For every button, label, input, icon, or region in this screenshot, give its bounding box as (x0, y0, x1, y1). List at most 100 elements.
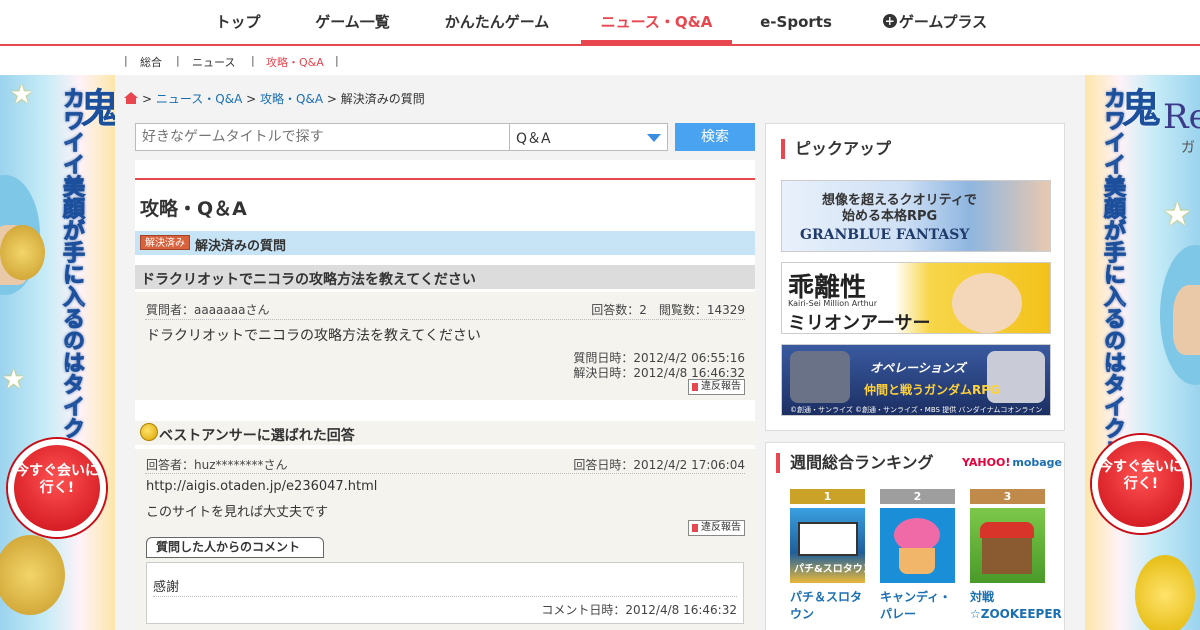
subnav-separator: | (176, 54, 180, 67)
breadcrumb-sep: > (142, 92, 153, 106)
breadcrumb-current: 解決済みの質問 (340, 92, 425, 106)
sub-navigation: | 総合 | ニュース | 攻略・Q&A | (0, 46, 1200, 75)
ad-brand-sub: ガ (1181, 140, 1195, 156)
question-box: 質問者：aaaaaaaさん 回答数：2 閲覧数：14329 ドラクリオットでニコ… (135, 292, 755, 400)
banner-logo: GRANBLUE FANTASY (800, 227, 970, 243)
comment-date: コメント日時：2012/4/8 16:46:32 (541, 603, 737, 617)
solved-section-header: 解決済み 解決済みの質問 (135, 231, 755, 255)
ranking-game-name[interactable]: 対戦☆ZOOKEEPER (970, 589, 1062, 623)
solved-badge: 解決済み (140, 235, 190, 250)
report-label: 違反報告 (701, 522, 741, 533)
ranking-game-image[interactable] (880, 508, 955, 583)
ranking-item[interactable]: 2 キャンディ・パレー (880, 489, 955, 623)
banner-character (952, 273, 1022, 333)
pickup-banner-gundam[interactable]: オペレーションズ 仲間と戦うガンダムRPG ©創通・サンライズ ©創通・サンライ… (781, 344, 1051, 416)
ranking-panel: 週間総合ランキング YAHOO! mobage 1 パチ&スロタウン パチ＆スロタ… (765, 442, 1065, 630)
divider (145, 319, 745, 320)
ranking-game-name[interactable]: パチ＆スロタウン (790, 589, 865, 623)
answer-date: 回答日時：2012/4/2 17:06:04 (573, 458, 745, 472)
breadcrumb: > ニュース・Q&A > 攻略・Q&A > 解決済みの質問 (124, 90, 425, 107)
ad-cta-button[interactable]: 今すぐ会いに行く! (1092, 435, 1190, 533)
breadcrumb-link-qa[interactable]: 攻略・Q&A (260, 92, 323, 106)
nav-item-news-qa[interactable]: ニュース・Q&A (581, 0, 732, 44)
report-icon (692, 383, 698, 391)
cupcake-top (894, 518, 940, 552)
pickup-banner-million-arthur[interactable]: 乖離性 Kairi-Sei Million Arthur ミリオンアーサー (781, 262, 1051, 334)
divider (145, 473, 745, 474)
banner-robot (790, 351, 850, 403)
section-divider (135, 178, 755, 180)
ad-pompom (0, 535, 65, 615)
ad-pompom (0, 225, 45, 280)
medal-icon (140, 423, 158, 441)
ad-cta-button[interactable]: 今すぐ会いに行く! (8, 439, 106, 537)
question-body: ドラクリオットでニコラの攻略方法を教えてください (146, 328, 481, 344)
report-label: 違反報告 (701, 381, 741, 392)
banner-copyright: ©創通・サンライズ ©創通・サンライズ・MBS 提供 バンダイナムコオンライン (790, 406, 1043, 414)
ranking-game-name[interactable]: キャンディ・パレー (880, 589, 955, 623)
question-asker: 質問者：aaaaaaaさん (146, 303, 270, 317)
pickup-title: ピックアップ (781, 139, 891, 159)
subnav-separator: | (335, 54, 339, 67)
nav-item-game-plus[interactable]: + ゲームプラス (870, 0, 1000, 44)
pickup-panel: ピックアップ 想像を超えるクオリティで 始める本格RPG GRANBLUE FA… (765, 123, 1065, 431)
nav-item-easy-games[interactable]: かんたんゲーム (432, 0, 562, 44)
ranking-game-image[interactable] (970, 508, 1045, 583)
best-answer-heading: ベストアンサーに選ばれた回答 (159, 428, 355, 444)
solved-label: 解決済みの質問 (195, 239, 287, 254)
best-answer-box: 回答者：huz********さん 回答日時：2012/4/2 17:06:04… (135, 449, 755, 630)
report-button[interactable]: 違反報告 (688, 379, 745, 395)
nav-item-game-plus-label: ゲームプラス (898, 13, 988, 31)
search-input[interactable] (135, 123, 510, 151)
search-button[interactable]: 検索 (675, 123, 755, 151)
ranking-brand-logo: YAHOO! mobage (962, 456, 1062, 469)
report-button[interactable]: 違反報告 (688, 520, 745, 536)
ad-character-face (1173, 285, 1200, 355)
zoo-roof (980, 522, 1034, 538)
rank-number: 3 (970, 489, 1045, 504)
ranking-game-image[interactable]: パチ&スロタウン (790, 508, 865, 583)
banner-text: 仲間と戦うガンダムRPG (864, 383, 1000, 397)
banner-text: 始める本格RPG (842, 209, 938, 224)
nav-item-game-list[interactable]: ゲーム一覧 (300, 0, 405, 44)
home-icon[interactable] (124, 92, 138, 104)
game-logo-text: パチ&スロタウン (794, 564, 865, 575)
subnav-item-qa[interactable]: 攻略・Q&A (266, 54, 324, 70)
question-stats: 回答数：2 閲覧数：14329 (591, 303, 745, 317)
pickup-banner-granblue[interactable]: 想像を超えるクオリティで 始める本格RPG GRANBLUE FANTASY (781, 180, 1051, 252)
search-bar: Q＆A 検索 (135, 123, 755, 151)
divider (153, 596, 737, 597)
comment-box: 感謝 コメント日時：2012/4/8 16:46:32 (146, 562, 744, 624)
nav-item-top[interactable]: トップ (203, 0, 273, 44)
answer-body: このサイトを見れば大丈夫です (146, 505, 329, 520)
banner-text: オペレーションズ (870, 361, 966, 375)
right-side-ad[interactable]: Re ガ ★ 鬼 カワイイ美顔が手に入るのはタイクレだけ! 今すぐ会いに行く! (1085, 75, 1200, 630)
question-title-bar: ドラクリオットでニコラの攻略方法を教えてください (135, 265, 755, 289)
ranking-item[interactable]: 1 パチ&スロタウン パチ＆スロタウン (790, 489, 865, 623)
nav-item-esports[interactable]: e-Sports (755, 0, 837, 44)
rank-number: 1 (790, 489, 865, 504)
subnav-item-all[interactable]: 総合 (140, 54, 162, 70)
ad-brand-logo: Re (1163, 97, 1200, 137)
dropdown-arrow-icon (647, 134, 661, 142)
subnav-item-news[interactable]: ニュース (192, 54, 235, 70)
subnav-separator: | (251, 54, 255, 67)
banner-small-text: Kairi-Sei Million Arthur (788, 299, 878, 308)
yahoo-logo: YAHOO! (962, 456, 1011, 469)
comment-heading: 質問した人からのコメント (146, 537, 324, 558)
answer-url[interactable]: http://aigis.otaden.jp/e236047.html (146, 479, 377, 494)
slot-machine-graphic (798, 522, 858, 556)
breadcrumb-link-news-qa[interactable]: ニュース・Q&A (156, 92, 242, 106)
plus-icon: + (882, 13, 897, 28)
banner-text: ミリオンアーサー (788, 313, 931, 334)
zoo-building (982, 538, 1032, 574)
left-side-ad[interactable]: ★ ★ 鬼 カワイイ美顔が手に入るのはタイクレだけ! 今すぐ会いに行く! (0, 75, 115, 630)
rank-number: 2 (880, 489, 955, 504)
breadcrumb-sep: > (246, 92, 257, 106)
breadcrumb-sep: > (326, 92, 337, 106)
ad-ribbon (1135, 555, 1195, 630)
question-title: ドラクリオットでニコラの攻略方法を教えてください (141, 272, 476, 288)
star-icon: ★ (1163, 195, 1192, 233)
search-category-select[interactable]: Q＆A (510, 123, 668, 151)
ranking-item[interactable]: 3 対戦☆ZOOKEEPER (970, 489, 1062, 623)
